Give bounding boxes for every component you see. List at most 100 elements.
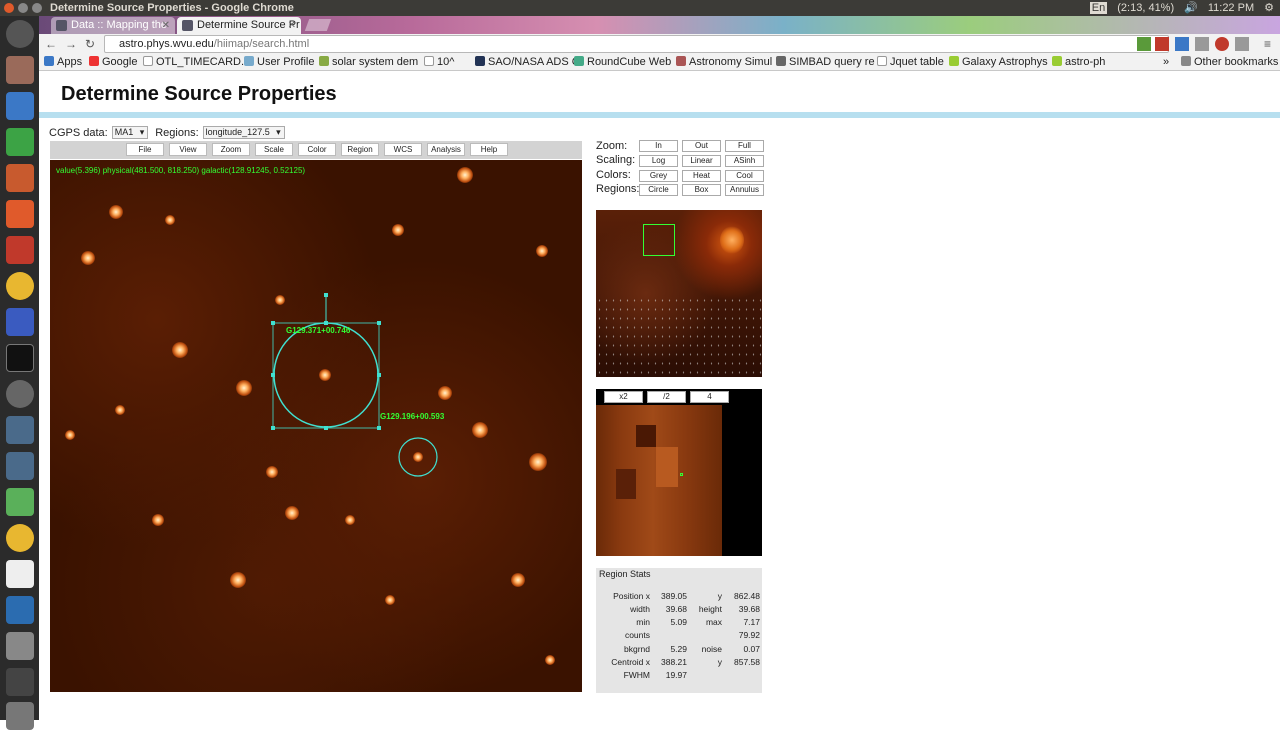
bookmark-10[interactable]: 10^ xyxy=(424,54,454,70)
editor-icon[interactable] xyxy=(6,308,34,336)
bookmark-apps[interactable]: Apps xyxy=(44,54,82,70)
zoom-in-button[interactable]: In xyxy=(639,140,678,152)
extension-icon[interactable] xyxy=(1235,37,1249,51)
updater-icon[interactable] xyxy=(6,380,34,408)
resize-handle[interactable] xyxy=(324,321,328,325)
color-grey-button[interactable]: Grey xyxy=(639,170,678,182)
app-icon[interactable] xyxy=(6,416,34,444)
bookmark-simbad[interactable]: SIMBAD query re xyxy=(776,54,875,70)
forward-icon[interactable]: → xyxy=(65,37,77,51)
reload-icon[interactable]: ↻ xyxy=(85,37,95,51)
tab-data-mapping[interactable]: Data :: Mapping the ✕ xyxy=(51,17,175,34)
extension-icon[interactable] xyxy=(1137,37,1151,51)
menu-wcs[interactable]: WCS xyxy=(384,143,422,156)
region-box-button[interactable]: Box xyxy=(682,184,721,196)
menu-zoom[interactable]: Zoom xyxy=(212,143,250,156)
panner-view[interactable] xyxy=(596,210,762,377)
magnify-4-button[interactable]: 4 xyxy=(690,391,729,403)
terminal-icon[interactable] xyxy=(6,344,34,372)
extension-icon[interactable] xyxy=(1155,37,1169,51)
resize-handle[interactable] xyxy=(271,426,275,430)
new-tab-button[interactable] xyxy=(304,19,332,31)
extension-icon[interactable] xyxy=(1175,37,1189,51)
bookmark-galaxy[interactable]: Galaxy Astrophys xyxy=(949,54,1048,70)
help-icon[interactable] xyxy=(6,632,34,660)
resize-handle[interactable] xyxy=(377,373,381,377)
app-icon[interactable] xyxy=(6,596,34,624)
resize-handle[interactable] xyxy=(271,373,275,377)
menu-icon[interactable]: ≡ xyxy=(1264,37,1271,51)
volume-icon[interactable]: 🔊 xyxy=(1184,0,1198,16)
color-cool-button[interactable]: Cool xyxy=(725,170,764,182)
magnify-x2-button[interactable]: x2 xyxy=(604,391,643,403)
close-icon[interactable]: ✕ xyxy=(162,17,170,34)
close-icon[interactable]: ✕ xyxy=(288,17,296,34)
writer-icon[interactable] xyxy=(6,92,34,120)
menu-file[interactable]: File xyxy=(126,143,164,156)
close-window-icon[interactable] xyxy=(4,3,14,13)
magnify-half-button[interactable]: /2 xyxy=(647,391,686,403)
scale-asinh-button[interactable]: ASinh xyxy=(725,155,764,167)
rotate-handle[interactable] xyxy=(324,293,328,297)
dash-home-icon[interactable] xyxy=(6,20,34,48)
chrome-icon[interactable] xyxy=(6,272,34,300)
menu-color[interactable]: Color xyxy=(298,143,336,156)
workspace-icon[interactable] xyxy=(6,668,34,696)
extension-icon[interactable] xyxy=(1195,37,1209,51)
tab-determine-source[interactable]: Determine Source Pr ✕ xyxy=(177,17,301,34)
clock[interactable]: 11:22 PM xyxy=(1208,0,1254,16)
bookmarks-overflow[interactable]: » xyxy=(1163,54,1169,70)
bookmark-user-profile[interactable]: User Profile xyxy=(244,54,314,70)
chrome-icon[interactable] xyxy=(6,524,34,552)
other-bookmarks[interactable]: Other bookmarks xyxy=(1181,54,1278,70)
bookmark-roundcube[interactable]: RoundCube Web xyxy=(574,54,671,70)
extension-icon[interactable] xyxy=(1215,37,1229,51)
menu-help[interactable]: Help xyxy=(470,143,508,156)
resize-handle[interactable] xyxy=(324,426,328,430)
app-icon[interactable] xyxy=(6,560,34,588)
resize-handle[interactable] xyxy=(377,426,381,430)
bookmark-timecard[interactable]: OTL_TIMECARD. xyxy=(143,54,244,70)
region-circle-button[interactable]: Circle xyxy=(639,184,678,196)
scale-linear-button[interactable]: Linear xyxy=(682,155,721,167)
menu-view[interactable]: View xyxy=(169,143,207,156)
resize-handle[interactable] xyxy=(271,321,275,325)
zoom-out-button[interactable]: Out xyxy=(682,140,721,152)
maximize-window-icon[interactable] xyxy=(32,3,42,13)
minimize-window-icon[interactable] xyxy=(18,3,28,13)
panner-view-box[interactable] xyxy=(643,224,675,256)
sky-image-canvas[interactable]: value(5.396) physical(481.500, 818.250) … xyxy=(50,160,582,692)
keyboard-indicator[interactable]: En xyxy=(1089,2,1108,14)
circle-region[interactable] xyxy=(398,437,438,477)
scale-log-button[interactable]: Log xyxy=(639,155,678,167)
settings-icon[interactable] xyxy=(6,236,34,264)
resize-handle[interactable] xyxy=(377,321,381,325)
bookmark-astro-ph[interactable]: astro-ph xyxy=(1052,54,1105,70)
address-bar[interactable]: astro.phys.wvu.edu/hiimap/search.html ☆ xyxy=(104,35,1169,53)
bookmark-solar-system[interactable]: solar system dem xyxy=(319,54,418,70)
software-center-icon[interactable] xyxy=(6,200,34,228)
calc-icon[interactable] xyxy=(6,128,34,156)
app-icon[interactable] xyxy=(6,488,34,516)
bookmark-jquet[interactable]: Jquet table xyxy=(877,54,944,70)
regions-select[interactable]: longitude_127.5 xyxy=(202,126,285,139)
color-heat-button[interactable]: Heat xyxy=(682,170,721,182)
bookmark-google[interactable]: Google xyxy=(89,54,137,70)
menu-scale[interactable]: Scale xyxy=(255,143,293,156)
app-icon[interactable] xyxy=(6,452,34,480)
trash-icon[interactable] xyxy=(6,702,34,730)
gear-icon[interactable]: ⚙ xyxy=(1264,0,1274,16)
colors-label: Colors: xyxy=(596,169,631,181)
files-icon[interactable] xyxy=(6,56,34,84)
menu-region[interactable]: Region xyxy=(341,143,379,156)
bookmark-ads[interactable]: SAO/NASA ADS C xyxy=(475,54,580,70)
bookmark-astronomy[interactable]: Astronomy Simul xyxy=(676,54,772,70)
menu-analysis[interactable]: Analysis xyxy=(427,143,465,156)
back-icon[interactable]: ← xyxy=(45,37,57,51)
battery-status[interactable]: (2:13, 41%) xyxy=(1117,0,1174,16)
cgps-select[interactable]: MA1 xyxy=(111,126,149,139)
zoom-full-button[interactable]: Full xyxy=(725,140,764,152)
region-annulus-button[interactable]: Annulus xyxy=(725,184,764,196)
impress-icon[interactable] xyxy=(6,164,34,192)
circle-region-selected[interactable] xyxy=(273,322,379,428)
